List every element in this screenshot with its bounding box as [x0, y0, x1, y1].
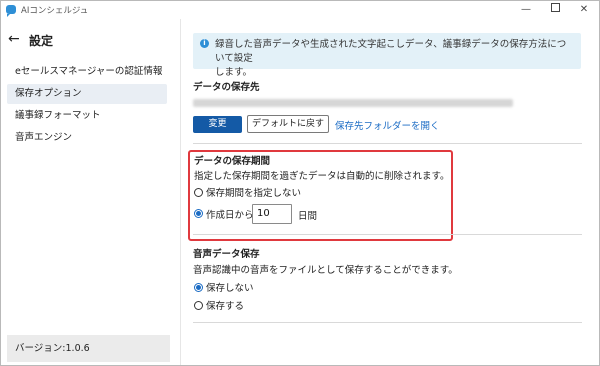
audio-save-label: 音声データ保存: [193, 249, 260, 260]
window-title: AIコンシェルジュ: [21, 6, 89, 16]
sidebar-item-minutes-format[interactable]: 議事録フォーマット: [7, 106, 167, 126]
audio-yes-radio[interactable]: [194, 301, 203, 310]
info-text-line-2: します。: [215, 67, 253, 78]
sidebar-item-label: 音声エンジン: [15, 132, 73, 143]
retention-from-label[interactable]: 作成日から: [206, 207, 254, 221]
close-icon[interactable]: ✕: [576, 3, 592, 17]
retention-label: データの保存期間: [194, 156, 271, 167]
retention-days-unit: 日間: [298, 211, 318, 222]
sidebar-item-voice-engine[interactable]: 音声エンジン: [7, 128, 167, 148]
audio-no-radio[interactable]: [194, 283, 203, 292]
main-panel: i 録音した音声データや生成された文字起こしデータ、議事録データの保存方法につい…: [181, 19, 599, 365]
info-icon: i: [200, 39, 209, 48]
audio-no-label[interactable]: 保存しない: [206, 280, 254, 294]
audio-yes-label[interactable]: 保存する: [206, 298, 244, 312]
retention-none-radio[interactable]: [194, 188, 203, 197]
audio-save-description: 音声認識中の音声をファイルとして保存することができます。: [193, 265, 458, 276]
app-logo-icon: [6, 5, 16, 17]
sidebar-item-save-options[interactable]: 保存オプション: [7, 84, 167, 104]
retention-none-label[interactable]: 保存期間を指定しない: [206, 185, 301, 199]
retention-description: 指定した保存期間を過ぎたデータは自動的に削除されます。: [194, 171, 450, 182]
divider: [193, 322, 582, 323]
change-button[interactable]: 変更: [193, 116, 242, 133]
divider: [193, 143, 582, 144]
app-window: AIコンシェルジュ — ✕ ← 設定 eセールスマネージャーの認証情報 保存オプ…: [0, 0, 600, 366]
sidebar-item-label: 議事録フォーマット: [15, 110, 101, 121]
minimize-icon[interactable]: —: [518, 3, 534, 17]
title-bar: AIコンシェルジュ — ✕: [1, 1, 599, 19]
save-location-label: データの保存先: [193, 82, 260, 93]
sidebar-item-label: 保存オプション: [15, 88, 82, 99]
reset-default-button[interactable]: デフォルトに戻す: [247, 115, 329, 133]
version-label: バージョン:1.0.6: [7, 335, 170, 362]
open-folder-link[interactable]: 保存先フォルダーを開く: [335, 118, 440, 132]
info-banner: i 録音した音声データや生成された文字起こしデータ、議事録データの保存方法につい…: [193, 33, 581, 78]
maximize-icon[interactable]: [547, 3, 563, 17]
save-path-blurred: [193, 99, 513, 107]
sidebar-item-label: eセールスマネージャーの認証情報: [15, 66, 163, 77]
retention-days-input[interactable]: 10: [252, 204, 292, 224]
info-text-line-1: 録音した音声データや生成された文字起こしデータ、議事録データの保存方法について設…: [215, 39, 567, 64]
back-arrow-icon[interactable]: ←: [8, 31, 20, 47]
sidebar-item-auth[interactable]: eセールスマネージャーの認証情報: [7, 62, 167, 82]
page-title: 設定: [29, 34, 54, 48]
divider: [193, 234, 582, 235]
info-text: 録音した音声データや生成された文字起こしデータ、議事録データの保存方法について設…: [215, 38, 575, 80]
retention-from-radio[interactable]: [194, 209, 203, 218]
sidebar: ← 設定 eセールスマネージャーの認証情報 保存オプション 議事録フォーマット …: [1, 19, 181, 365]
